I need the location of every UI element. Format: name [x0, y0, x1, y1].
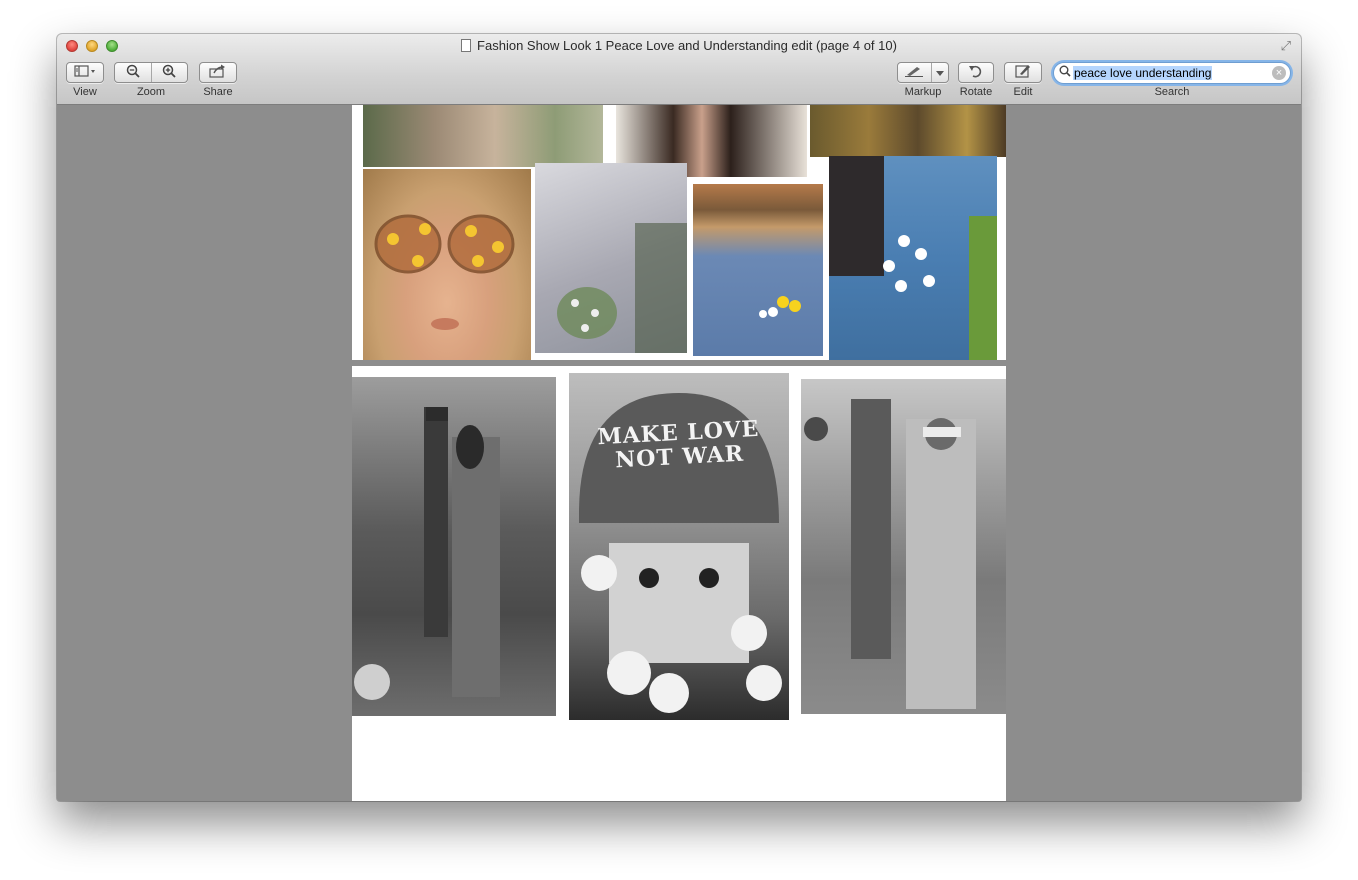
document-icon — [461, 39, 472, 52]
edit-label: Edit — [1013, 86, 1033, 98]
pdf-page-partial — [352, 105, 1006, 360]
zoom-control[interactable] — [114, 62, 188, 83]
search-field[interactable]: peace love understanding × — [1053, 62, 1291, 84]
edit-button[interactable] — [1004, 62, 1042, 83]
markup-toggle[interactable] — [898, 63, 931, 82]
zoom-out-icon — [126, 64, 140, 81]
view-label: View — [73, 86, 97, 98]
fullscreen-icon[interactable]: ⤢ — [1281, 38, 1291, 54]
edit-icon — [1015, 64, 1031, 81]
markup-menu-button[interactable] — [930, 63, 948, 82]
search-icon — [1059, 65, 1071, 80]
photo-jeans-daisies — [693, 184, 823, 356]
zoom-out-button[interactable] — [115, 63, 151, 82]
zoom-in-icon — [162, 64, 176, 81]
zoom-label: Zoom — [136, 86, 166, 98]
window-title: Fashion Show Look 1 Peace Love and Under… — [477, 38, 897, 53]
share-label: Share — [203, 86, 233, 98]
photo-pocket-wildflowers — [535, 163, 687, 353]
photo-make-love-not-war-poster: MAKE LOVE NOT WAR — [569, 373, 789, 720]
sidebar-view-icon — [74, 65, 96, 80]
window-title-bar: Fashion Show Look 1 Peace Love and Under… — [57, 37, 1301, 55]
search-input[interactable]: peace love understanding — [1073, 66, 1213, 80]
markup-label: Markup — [904, 86, 942, 98]
rotate-label: Rotate — [959, 86, 993, 98]
photo-camo-print — [810, 105, 1006, 157]
share-icon — [209, 64, 227, 81]
rotate-button[interactable] — [958, 62, 994, 83]
photo-festival-couple — [352, 377, 556, 716]
zoom-in-button[interactable] — [150, 63, 188, 82]
title-toolbar: Fashion Show Look 1 Peace Love and Under… — [57, 34, 1301, 105]
markup-pen-icon — [904, 65, 924, 80]
photo-denim-jacket-daisies — [829, 156, 997, 360]
clear-icon[interactable]: × — [1272, 66, 1286, 80]
search-label: Search — [1154, 86, 1190, 98]
share-button[interactable] — [199, 62, 237, 83]
photo-sunglasses-flowers — [363, 169, 531, 360]
markup-button[interactable] — [897, 62, 949, 83]
photo-hippie-crowd — [801, 379, 1006, 714]
photo-cactus-floral-shirt — [363, 105, 603, 167]
preview-window: Fashion Show Look 1 Peace Love and Under… — [57, 34, 1301, 801]
pdf-page-current: MAKE LOVE NOT WAR — [352, 366, 1006, 801]
document-viewer[interactable]: MAKE LOVE NOT WAR — [57, 105, 1301, 801]
chevron-down-icon — [935, 65, 944, 80]
rotate-icon — [968, 64, 984, 81]
view-button[interactable] — [66, 62, 104, 83]
